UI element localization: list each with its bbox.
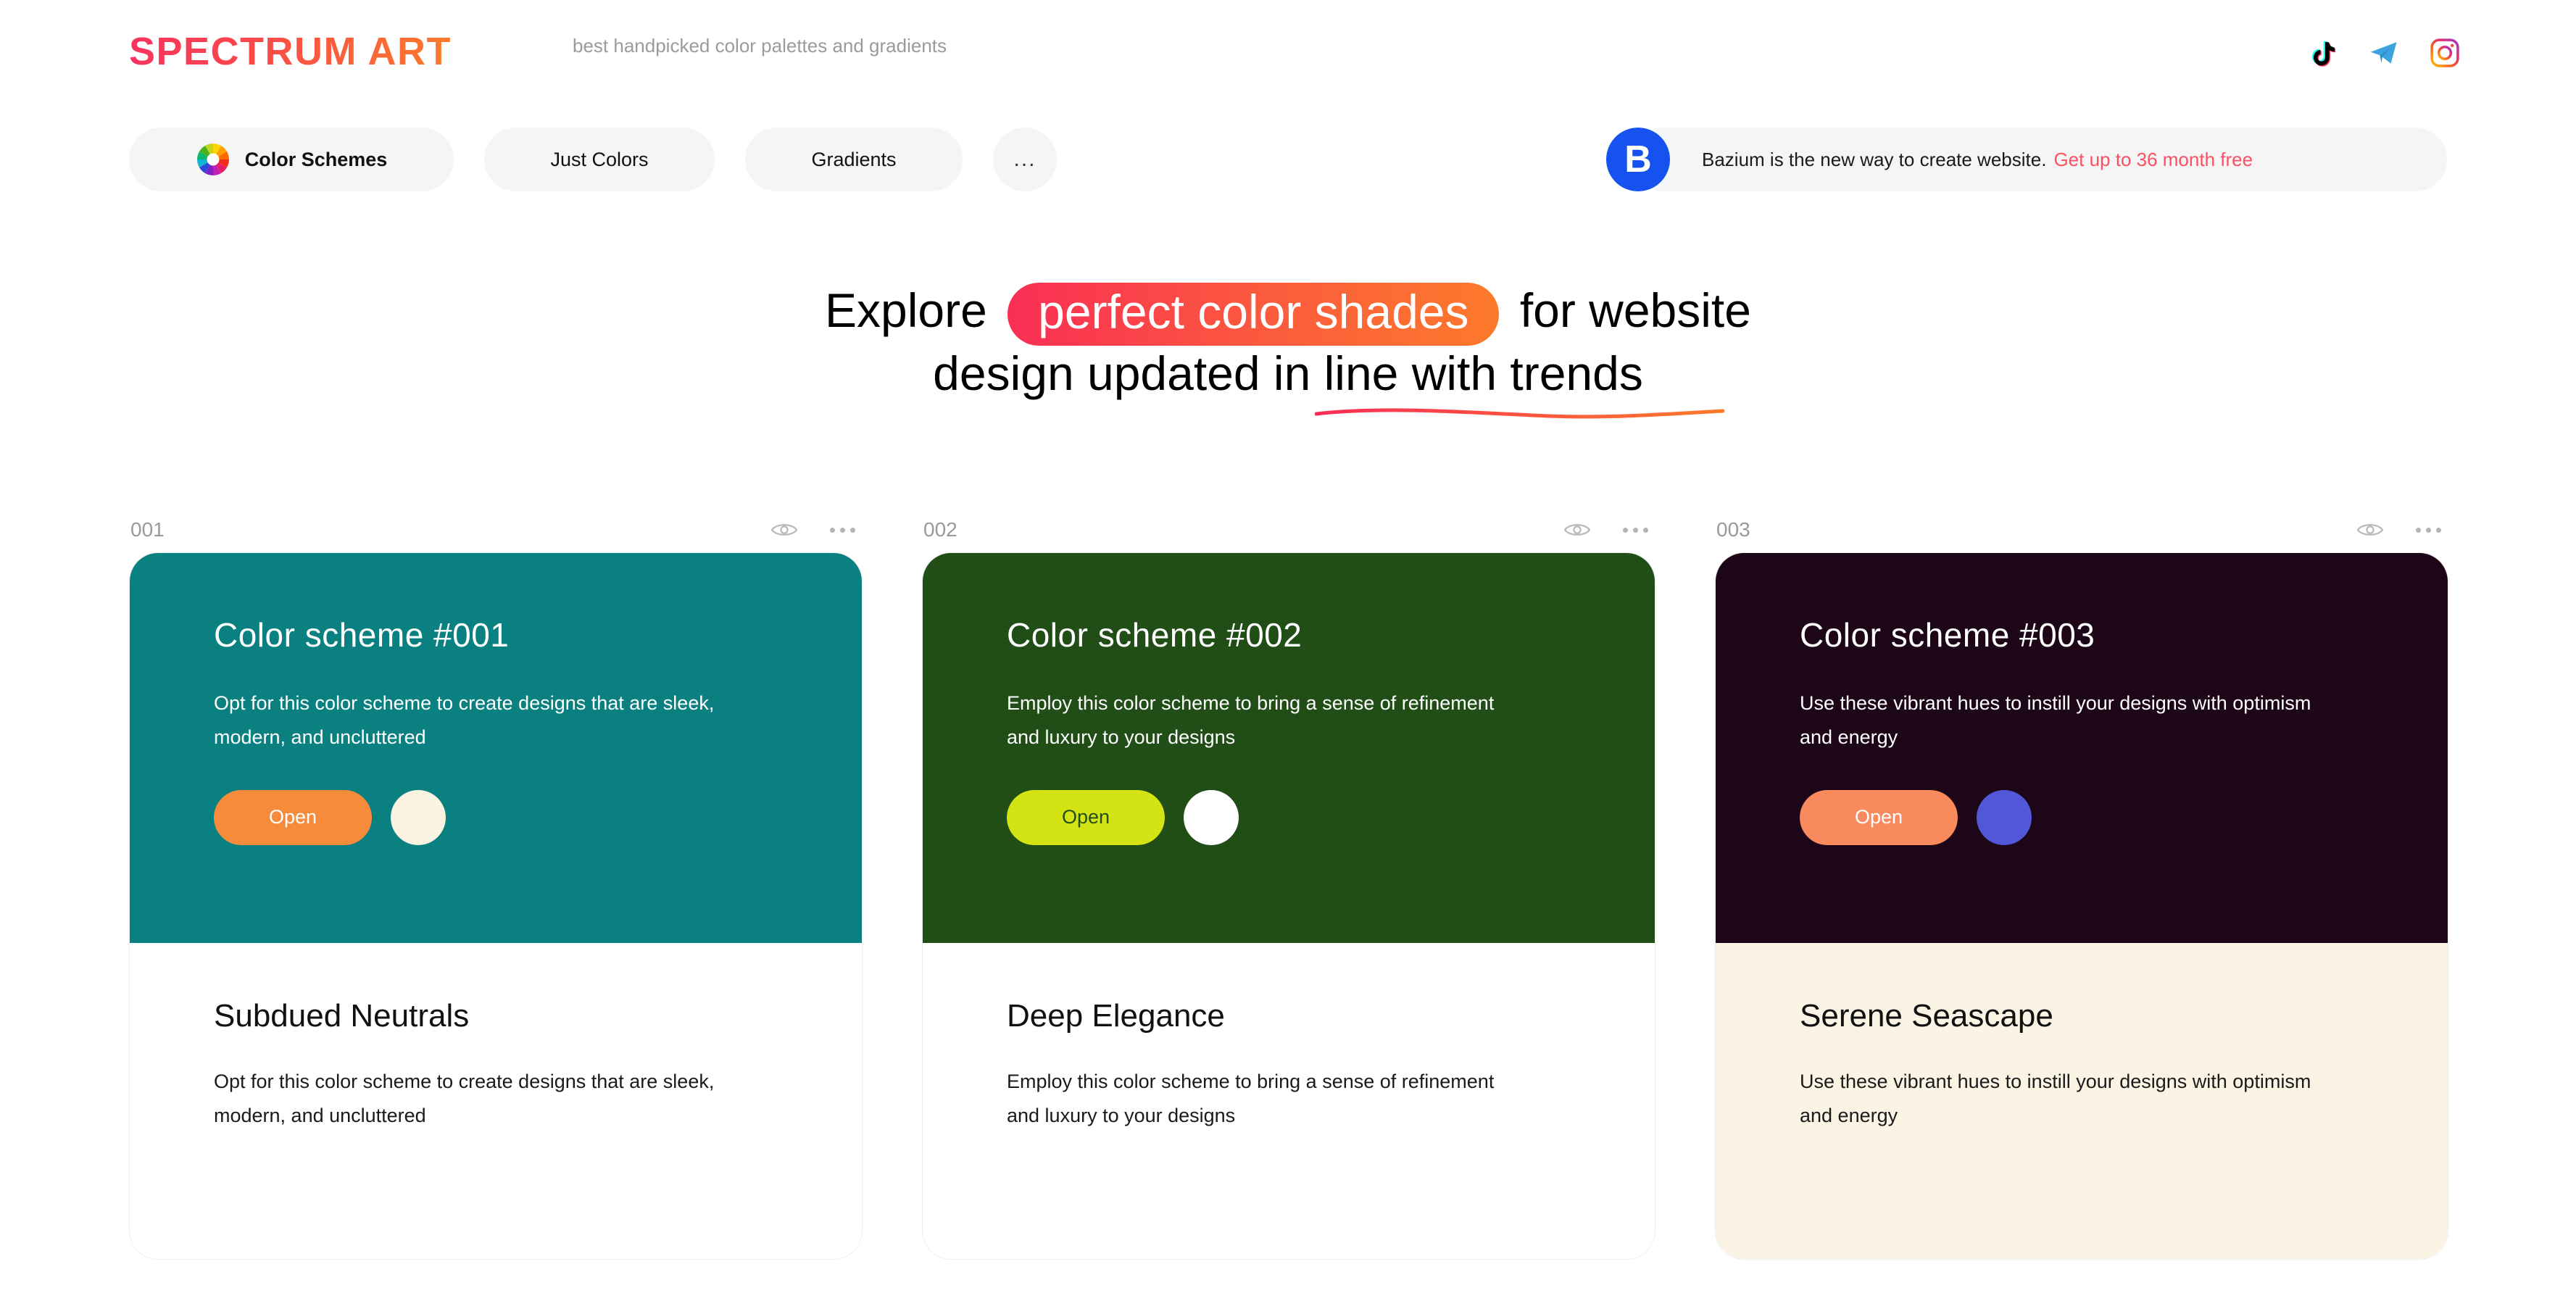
hero-line-2-text: design updated in line with trends bbox=[933, 346, 1643, 401]
more-dots-icon[interactable] bbox=[830, 527, 855, 533]
card-body[interactable]: Color scheme #003 Use these vibrant hues… bbox=[1715, 552, 2448, 1260]
card-subtitle: Opt for this color scheme to create desi… bbox=[214, 692, 715, 749]
card-bottom-panel: Subdued Neutrals Opt for this color sche… bbox=[130, 943, 862, 1259]
tab-label: Color Schemes bbox=[244, 148, 388, 170]
tiktok-icon bbox=[2311, 41, 2336, 67]
promo-banner[interactable]: Bazium is the new way to create website.… bbox=[1632, 128, 2447, 191]
more-dots-icon[interactable] bbox=[2416, 527, 2441, 533]
tab-label: Just Colors bbox=[550, 148, 649, 170]
hero-highlight-pill: perfect color shades bbox=[1007, 283, 1500, 346]
open-button[interactable]: Open bbox=[214, 789, 372, 845]
card-palette-name: Subdued Neutrals bbox=[214, 998, 470, 1034]
card-meta: 003 bbox=[1715, 507, 2448, 552]
card-number: 001 bbox=[130, 518, 165, 541]
card-description: Employ this color scheme to bring a sens… bbox=[1007, 1071, 1495, 1127]
more-dots-icon[interactable] bbox=[1623, 527, 1648, 533]
card-meta: 001 bbox=[129, 507, 863, 552]
hero-heading: Explore perfect color shades for website… bbox=[0, 283, 2576, 419]
card-top-panel: Color scheme #001 Opt for this color sch… bbox=[130, 553, 862, 943]
hero-line-1: Explore perfect color shades for website bbox=[0, 283, 2576, 346]
telegram-icon bbox=[2370, 42, 2397, 64]
eye-icon[interactable] bbox=[1563, 520, 1591, 539]
telegram-link[interactable] bbox=[2369, 38, 2399, 68]
card-meta: 002 bbox=[922, 507, 1655, 552]
eye-icon[interactable] bbox=[770, 520, 798, 539]
card-number: 003 bbox=[1716, 518, 1750, 541]
card-bottom-panel: Deep Elegance Employ this color scheme t… bbox=[923, 943, 1655, 1259]
card-palette-name: Deep Elegance bbox=[1007, 998, 1225, 1034]
card-palette-name: Serene Seascape bbox=[1800, 998, 2053, 1034]
open-button[interactable]: Open bbox=[1007, 789, 1165, 845]
brand-tagline: best handpicked color palettes and gradi… bbox=[573, 35, 947, 57]
card-number: 002 bbox=[923, 518, 957, 541]
card-subtitle: Employ this color scheme to bring a sens… bbox=[1007, 692, 1495, 749]
color-swatch[interactable] bbox=[391, 789, 446, 845]
site-header: SPECTRUM ART best handpicked color palet… bbox=[0, 0, 2576, 109]
card-bottom-panel: Serene Seascape Use these vibrant hues t… bbox=[1716, 943, 2448, 1259]
color-swatch[interactable] bbox=[1184, 789, 1239, 845]
card-description: Opt for this color scheme to create desi… bbox=[214, 1071, 715, 1127]
card-description: Use these vibrant hues to instill your d… bbox=[1800, 1071, 2311, 1127]
tab-label: ... bbox=[1013, 147, 1036, 171]
tab-color-schemes[interactable]: Color Schemes bbox=[129, 128, 454, 191]
main-nav: Color Schemes Just Colors Gradients ... bbox=[129, 128, 1057, 191]
bazium-logo-badge: B bbox=[1606, 128, 1670, 191]
card-top-panel: Color scheme #002 Employ this color sche… bbox=[923, 553, 1655, 943]
scheme-card-002: 002 Color scheme #002 Employ this color … bbox=[922, 507, 1655, 1260]
color-wheel-icon bbox=[196, 142, 230, 177]
brand-logo[interactable]: SPECTRUM ART bbox=[129, 29, 452, 74]
card-meta-actions bbox=[1563, 520, 1648, 539]
hero-line-2-wrap: design updated in line with trends bbox=[0, 346, 2576, 419]
card-meta-actions bbox=[770, 520, 855, 539]
tiktok-link[interactable] bbox=[2308, 38, 2338, 68]
card-actions: Open bbox=[1800, 789, 2364, 845]
card-body[interactable]: Color scheme #001 Opt for this color sch… bbox=[129, 552, 863, 1260]
hero-squiggle-underline bbox=[1315, 408, 1725, 419]
promo-link[interactable]: Get up to 36 month free bbox=[2053, 149, 2253, 171]
bazium-badge-letter: B bbox=[1624, 138, 1652, 180]
tab-just-colors[interactable]: Just Colors bbox=[484, 128, 715, 191]
tab-label: Gradients bbox=[811, 148, 897, 170]
social-links bbox=[2308, 38, 2460, 68]
hero-text-after: for website bbox=[1519, 283, 1751, 338]
card-title: Color scheme #001 bbox=[214, 616, 510, 654]
tab-gradients[interactable]: Gradients bbox=[745, 128, 963, 191]
open-button[interactable]: Open bbox=[1800, 789, 1958, 845]
scheme-card-003: 003 Color scheme #003 Use these vibrant … bbox=[1715, 507, 2448, 1260]
scheme-card-001: 001 Color scheme #001 Opt for this color… bbox=[129, 507, 863, 1260]
instagram-link[interactable] bbox=[2430, 38, 2460, 68]
card-body[interactable]: Color scheme #002 Employ this color sche… bbox=[922, 552, 1655, 1260]
card-meta-actions bbox=[2356, 520, 2441, 539]
eye-icon[interactable] bbox=[2356, 520, 2384, 539]
card-actions: Open bbox=[1007, 789, 1571, 845]
color-swatch[interactable] bbox=[1977, 789, 2032, 845]
instagram-icon bbox=[2430, 38, 2459, 67]
hero-line-2: design updated in line with trends bbox=[933, 346, 1725, 419]
color-scheme-grid: 001 Color scheme #001 Opt for this color… bbox=[129, 507, 2448, 1260]
card-actions: Open bbox=[214, 789, 778, 845]
card-title: Color scheme #003 bbox=[1800, 616, 2095, 654]
card-subtitle: Use these vibrant hues to instill your d… bbox=[1800, 692, 2311, 749]
tab-more[interactable]: ... bbox=[993, 128, 1057, 191]
hero-text-before: Explore bbox=[825, 283, 987, 338]
card-top-panel: Color scheme #003 Use these vibrant hues… bbox=[1716, 553, 2448, 943]
card-title: Color scheme #002 bbox=[1007, 616, 1302, 654]
promo-text: Bazium is the new way to create website. bbox=[1702, 148, 2047, 170]
